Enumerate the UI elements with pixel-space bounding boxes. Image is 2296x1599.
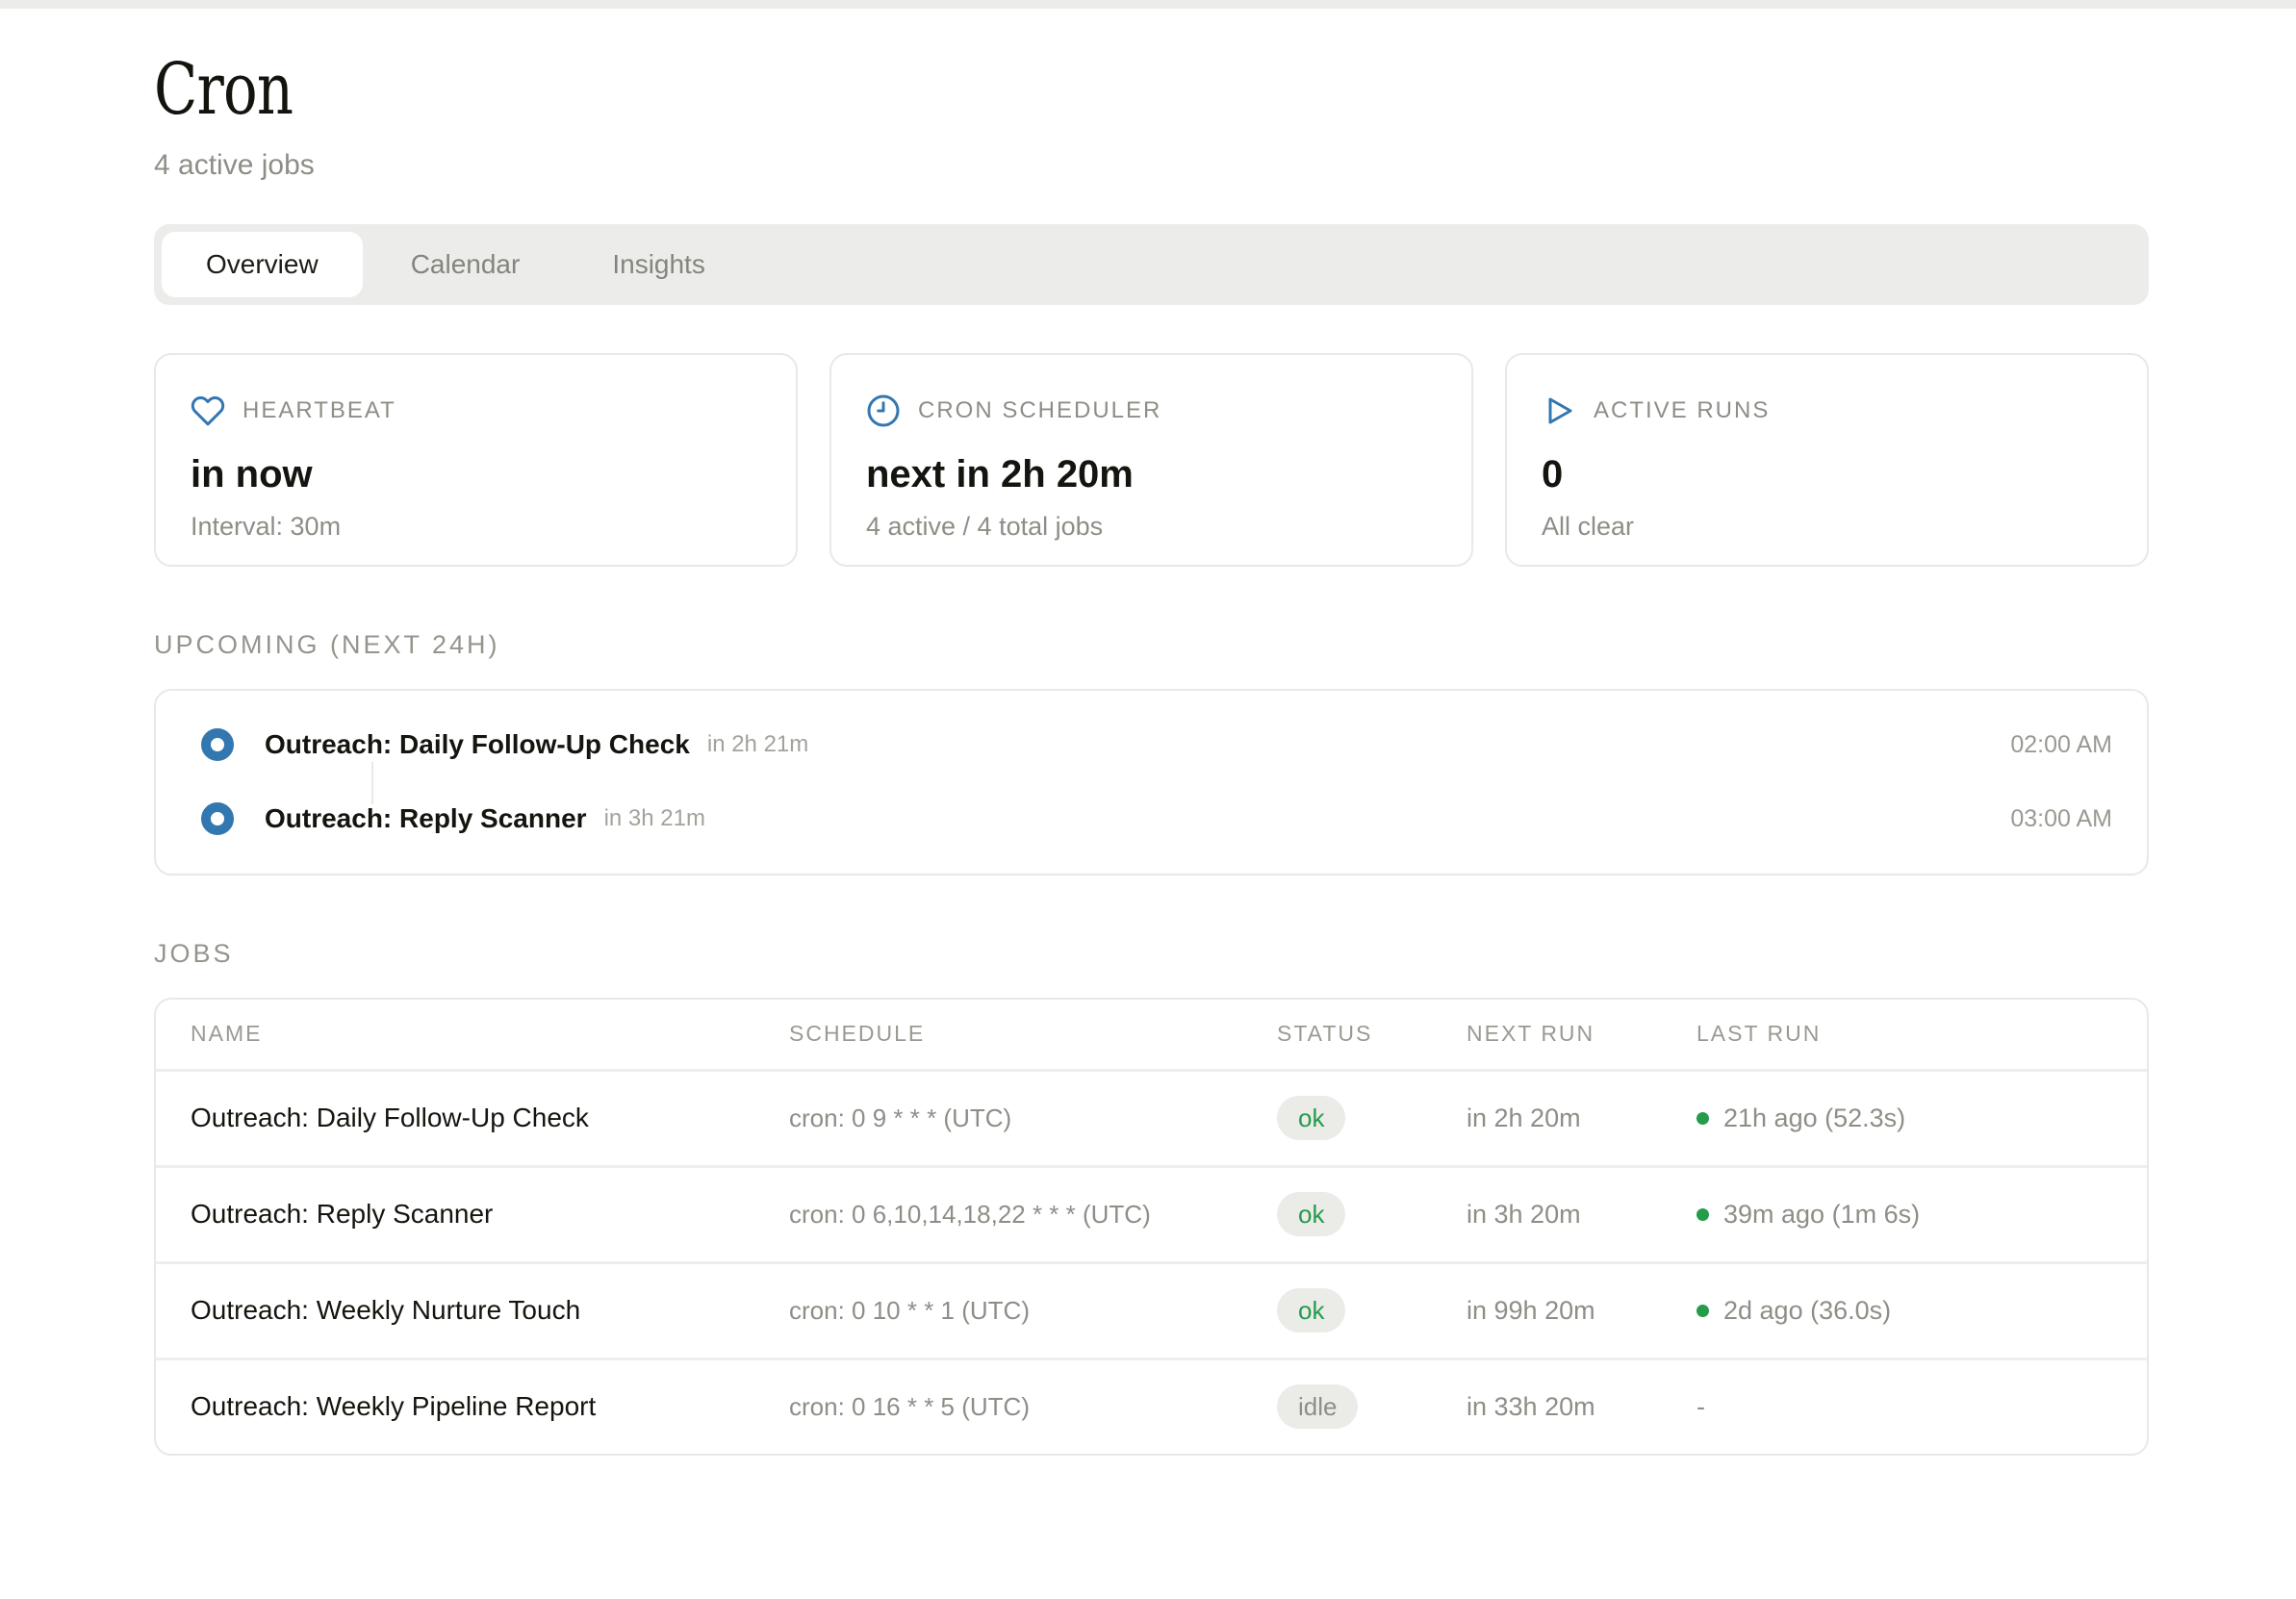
stat-cards: HEARTBEAT in now Interval: 30m CRON SCHE… [154, 353, 2149, 567]
cron-scheduler-label: CRON SCHEDULER [918, 397, 1161, 424]
job-schedule: cron: 0 10 * * 1 (UTC) [789, 1296, 1277, 1326]
page-title: Cron [154, 53, 2149, 128]
active-runs-card: ACTIVE RUNS 0 All clear [1505, 353, 2149, 567]
upcoming-scheduled-time: 03:00 AM [2010, 805, 2112, 833]
cron-scheduler-card: CRON SCHEDULER next in 2h 20m 4 active /… [829, 353, 1473, 567]
upcoming-job-name: Outreach: Daily Follow-Up Check [265, 729, 690, 760]
job-last-run: - [1696, 1392, 2112, 1422]
upcoming-scheduled-time: 02:00 AM [2010, 731, 2112, 759]
upcoming-list: Outreach: Daily Follow-Up Check in 2h 21… [154, 689, 2149, 876]
active-runs-label: ACTIVE RUNS [1594, 397, 1770, 424]
job-last-run-text: 39m ago (1m 6s) [1723, 1200, 1920, 1230]
jobs-heading: JOBS [154, 939, 2149, 969]
job-name: Outreach: Weekly Nurture Touch [191, 1295, 789, 1326]
jobs-table-header: NAME SCHEDULE STATUS NEXT RUN LAST RUN [156, 1000, 2147, 1069]
clock-icon [866, 393, 901, 428]
status-badge: ok [1277, 1288, 1345, 1332]
job-last-run-text: 2d ago (36.0s) [1723, 1296, 1891, 1326]
timeline-connector [371, 762, 373, 804]
job-last-run: 21h ago (52.3s) [1696, 1104, 2112, 1133]
tab-label: Insights [612, 249, 705, 280]
table-row[interactable]: Outreach: Daily Follow-Up Check cron: 0 … [156, 1069, 2147, 1165]
play-icon [1542, 393, 1576, 428]
cron-scheduler-value: next in 2h 20m [866, 453, 1437, 496]
job-next-run: in 2h 20m [1467, 1104, 1696, 1133]
timeline-dot-icon [201, 728, 234, 761]
column-header-next-run: NEXT RUN [1467, 1021, 1696, 1047]
job-last-run-text: - [1696, 1392, 1705, 1422]
heart-icon [191, 393, 225, 428]
upcoming-heading: UPCOMING (NEXT 24H) [154, 630, 2149, 660]
job-schedule: cron: 0 16 * * 5 (UTC) [789, 1392, 1277, 1422]
job-next-run: in 33h 20m [1467, 1392, 1696, 1422]
upcoming-item[interactable]: Outreach: Daily Follow-Up Check in 2h 21… [191, 708, 2112, 782]
tab-bar: Overview Calendar Insights [154, 224, 2149, 305]
active-runs-value: 0 [1542, 453, 2112, 496]
heartbeat-sub: Interval: 30m [191, 512, 761, 542]
tab[interactable]: Overview [162, 232, 363, 297]
job-last-run-text: 21h ago (52.3s) [1723, 1104, 1905, 1133]
job-schedule: cron: 0 9 * * * (UTC) [789, 1104, 1277, 1133]
column-header-status: STATUS [1277, 1021, 1467, 1047]
cron-page: Cron 4 active jobs Overview Calendar Ins… [154, 53, 2149, 1456]
table-row[interactable]: Outreach: Weekly Pipeline Report cron: 0… [156, 1358, 2147, 1454]
timeline-dot-icon [201, 802, 234, 835]
job-schedule: cron: 0 6,10,14,18,22 * * * (UTC) [789, 1200, 1277, 1230]
page-subtitle: 4 active jobs [154, 149, 2149, 182]
success-dot-icon [1696, 1208, 1709, 1221]
job-name: Outreach: Weekly Pipeline Report [191, 1391, 789, 1422]
upcoming-relative-time: in 3h 21m [604, 805, 705, 832]
success-dot-icon [1696, 1112, 1709, 1125]
column-header-name: NAME [191, 1021, 789, 1047]
success-dot-icon [1696, 1305, 1709, 1317]
status-badge: ok [1277, 1096, 1345, 1140]
column-header-last-run: LAST RUN [1696, 1021, 2112, 1047]
job-last-run: 39m ago (1m 6s) [1696, 1200, 2112, 1230]
top-divider-strip [0, 0, 2296, 9]
job-next-run: in 99h 20m [1467, 1296, 1696, 1326]
active-runs-sub: All clear [1542, 512, 2112, 542]
upcoming-job-name: Outreach: Reply Scanner [265, 803, 587, 834]
tab-label: Overview [206, 249, 319, 280]
job-next-run: in 3h 20m [1467, 1200, 1696, 1230]
status-badge: idle [1277, 1384, 1358, 1429]
job-last-run: 2d ago (36.0s) [1696, 1296, 2112, 1326]
table-row[interactable]: Outreach: Reply Scanner cron: 0 6,10,14,… [156, 1165, 2147, 1261]
tab-label: Calendar [411, 249, 521, 280]
status-badge: ok [1277, 1192, 1345, 1236]
heartbeat-card: HEARTBEAT in now Interval: 30m [154, 353, 798, 567]
job-name: Outreach: Reply Scanner [191, 1199, 789, 1230]
upcoming-relative-time: in 2h 21m [707, 731, 808, 758]
upcoming-item[interactable]: Outreach: Reply Scanner in 3h 21m 03:00 … [191, 782, 2112, 856]
tab[interactable]: Insights [568, 232, 750, 297]
column-header-schedule: SCHEDULE [789, 1021, 1277, 1047]
table-row[interactable]: Outreach: Weekly Nurture Touch cron: 0 1… [156, 1261, 2147, 1358]
jobs-table: NAME SCHEDULE STATUS NEXT RUN LAST RUN O… [154, 998, 2149, 1456]
heartbeat-value: in now [191, 453, 761, 496]
cron-scheduler-sub: 4 active / 4 total jobs [866, 512, 1437, 542]
tab[interactable]: Calendar [367, 232, 565, 297]
heartbeat-label: HEARTBEAT [242, 397, 396, 424]
job-name: Outreach: Daily Follow-Up Check [191, 1103, 789, 1133]
